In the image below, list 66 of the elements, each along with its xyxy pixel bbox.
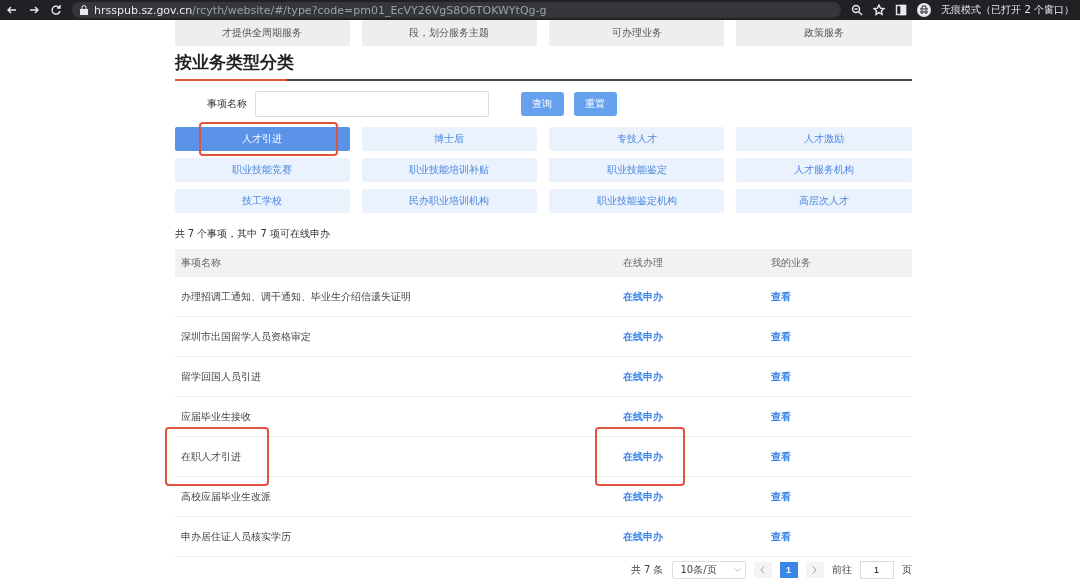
caret-icon [733, 568, 741, 572]
profile-label[interactable]: 无痕模式（已打开 2 个窗口） [941, 3, 1074, 17]
apply-link[interactable]: 在线申办 [622, 529, 663, 544]
view-link[interactable]: 查看 [770, 329, 791, 344]
address-bar[interactable]: hrsspub.sz.gov.cn/rcyth/website/#/type?code=pm01_EcVY26VgS8O6TOKWYtQg-g [72, 2, 842, 18]
lock-icon [80, 5, 88, 15]
input-field[interactable] [254, 91, 489, 117]
item-name: 申办居住证人员核实学历 [180, 529, 291, 544]
incognito-icon[interactable] [917, 3, 932, 17]
category-tab[interactable]: 职业技能培训补贴 [361, 158, 537, 182]
query-button[interactable]: 查询 [520, 92, 564, 116]
field-label: 事项名称 [206, 97, 247, 111]
column-header: 在线办理 [616, 249, 765, 277]
item-name: 应届毕业生接收 [180, 409, 251, 424]
forward-arrow-icon[interactable] [28, 4, 40, 16]
chevron-left-icon [760, 566, 765, 574]
page-unit: 页 [901, 563, 912, 577]
service-card[interactable]: 才提供全周期服务 [174, 20, 350, 46]
category-tab[interactable]: 高层次人才 [736, 189, 912, 213]
apply-link[interactable]: 在线申办 [622, 329, 663, 344]
category-tab[interactable]: 技工学校 [174, 189, 350, 213]
view-link[interactable]: 查看 [770, 489, 791, 504]
service-card[interactable]: 政策服务 [736, 20, 912, 46]
view-link[interactable]: 查看 [770, 289, 791, 304]
zoom-icon[interactable] [851, 4, 864, 16]
page-size-select[interactable]: 10条/页 [671, 561, 746, 579]
reload-icon[interactable] [50, 4, 62, 16]
item-name: 办理招调工通知、调干通知、毕业生介绍信遗失证明 [180, 289, 411, 304]
category-tab[interactable]: 职业技能鉴定 [549, 158, 725, 182]
item-name: 在职人才引进 [180, 449, 241, 464]
item-name: 高校应届毕业生改派 [180, 489, 271, 504]
back-arrow-icon[interactable] [6, 4, 18, 16]
category-tab[interactable]: 职业技能鉴定机构 [549, 189, 725, 213]
category-tab[interactable]: 民办职业培训机构 [361, 189, 537, 213]
category-tab[interactable]: 博士后 [361, 127, 537, 151]
view-link[interactable]: 查看 [770, 409, 791, 424]
section-title: 按业务类型分类 [174, 51, 295, 74]
chevron-right-icon [812, 566, 817, 574]
page-input[interactable]: 1 [859, 561, 894, 579]
total-count: 共 7 条 [630, 563, 664, 577]
category-tab[interactable]: 职业技能竞赛 [174, 158, 350, 182]
category-tab[interactable]: 人才服务机构 [736, 158, 912, 182]
apply-link[interactable]: 在线申办 [622, 449, 663, 464]
item-name: 留学回国人员引进 [180, 369, 261, 384]
item-name: 深圳市出国留学人员资格审定 [180, 329, 311, 344]
sidebar-icon[interactable] [895, 4, 908, 16]
view-link[interactable]: 查看 [770, 529, 791, 544]
url-text: hrsspub.sz.gov.cn/rcyth/website/#/type?code=pm01_EcVY26VgS8O6TOKWYtQg-g [94, 3, 547, 17]
category-tab[interactable]: 专技人才 [549, 127, 725, 151]
goto-label: 前往 [831, 563, 852, 577]
apply-link[interactable]: 在线申办 [622, 369, 663, 384]
service-card[interactable]: 可办理业务 [549, 20, 725, 46]
apply-link[interactable]: 在线申办 [622, 489, 663, 504]
apply-link[interactable]: 在线申办 [622, 409, 663, 424]
reset-button[interactable]: 重置 [573, 92, 617, 116]
apply-link[interactable]: 在线申办 [622, 289, 663, 304]
star-icon[interactable] [873, 4, 886, 16]
summary-text: 共 7 个事项，其中 7 项可在线申办 [174, 227, 331, 241]
page-button[interactable]: 1 [779, 562, 798, 578]
view-link[interactable]: 查看 [770, 369, 791, 384]
column-header: 事项名称 [174, 249, 617, 277]
category-tab[interactable]: 人才激励 [736, 127, 912, 151]
category-tab[interactable]: 人才引进 [174, 127, 350, 151]
column-header: 我的业务 [764, 249, 912, 277]
service-card[interactable]: 段，划分服务主题 [361, 20, 537, 46]
view-link[interactable]: 查看 [770, 449, 791, 464]
